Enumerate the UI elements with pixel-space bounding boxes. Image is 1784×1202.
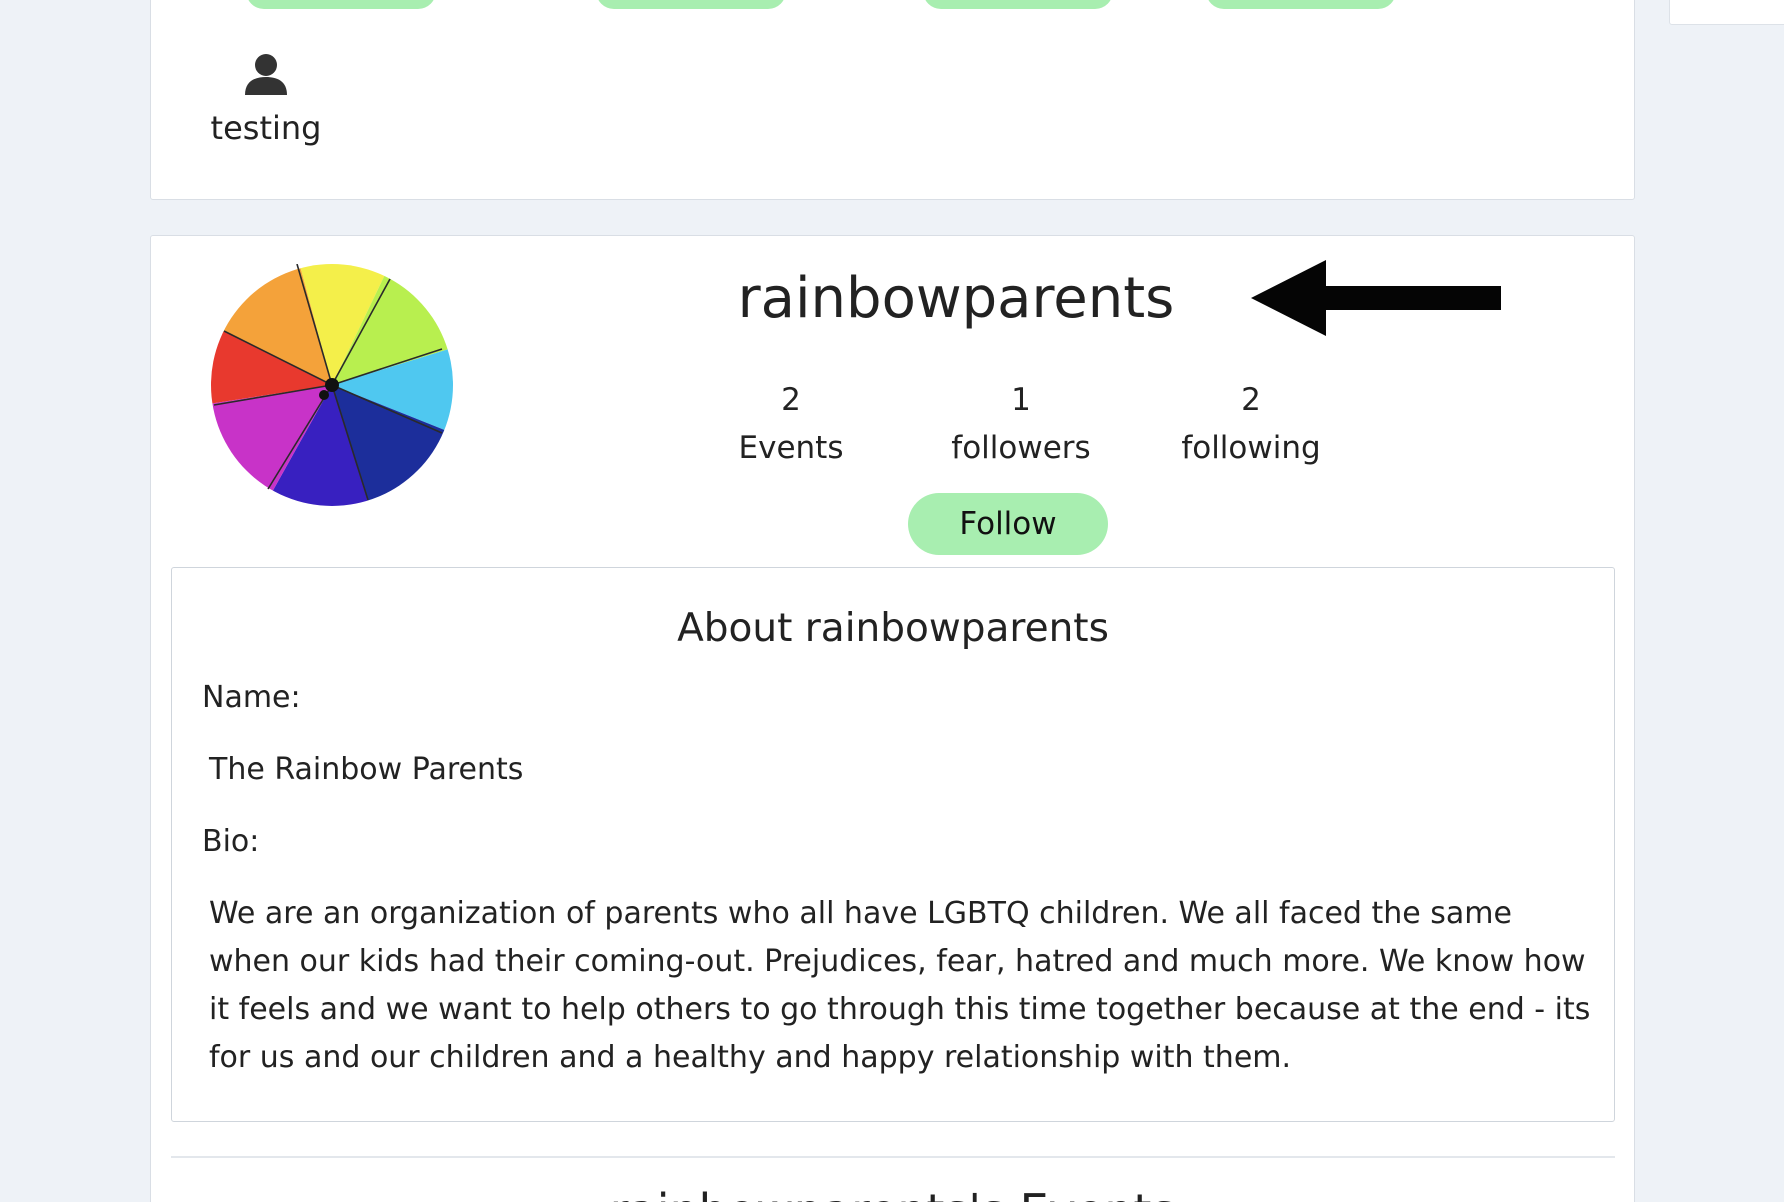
about-title: About rainbowparents <box>677 606 1109 651</box>
name-value: The Rainbow Parents <box>209 752 524 787</box>
profile-stats: 2 Events 1 followers 2 following <box>691 376 1391 476</box>
name-label: Name: <box>202 680 301 715</box>
pill-button-4[interactable] <box>1206 0 1396 9</box>
members-card: testing <box>150 0 1635 200</box>
follow-button[interactable]: Follow <box>908 493 1108 555</box>
stat-following-count: 2 <box>1241 382 1261 418</box>
side-panel <box>1669 0 1784 25</box>
bio-value: We are an organization of parents who al… <box>209 896 1591 1075</box>
bio-label: Bio: <box>202 824 260 859</box>
section-divider <box>171 1156 1615 1158</box>
member-name: testing <box>210 109 322 147</box>
stat-events[interactable]: 2 Events <box>691 376 891 472</box>
stat-events-label: Events <box>738 430 844 466</box>
stat-following-label: following <box>1181 430 1321 466</box>
pill-button-2[interactable] <box>596 0 786 9</box>
stat-followers-count: 1 <box>1011 382 1031 418</box>
person-icon <box>245 54 287 95</box>
profile-card: rainbowparents 2 Events 1 followers 2 fo… <box>150 235 1635 1202</box>
about-section: About rainbowparents Name: The Rainbow P… <box>171 567 1615 1122</box>
stat-followers-label: followers <box>951 430 1091 466</box>
events-heading: rainbowparents's Events <box>151 1184 1634 1202</box>
pill-button-3[interactable] <box>923 0 1113 9</box>
stat-following[interactable]: 2 following <box>1151 376 1351 472</box>
stat-events-count: 2 <box>781 382 801 418</box>
profile-username: rainbowparents <box>737 266 1175 331</box>
pill-button-1[interactable] <box>246 0 436 9</box>
stat-followers[interactable]: 1 followers <box>921 376 1121 472</box>
avatar <box>211 264 453 506</box>
page: testing rainbowparents 2 Events 1 follow… <box>0 0 1784 1202</box>
arrow-left-icon <box>1251 260 1501 336</box>
member-item[interactable]: testing <box>201 51 331 147</box>
